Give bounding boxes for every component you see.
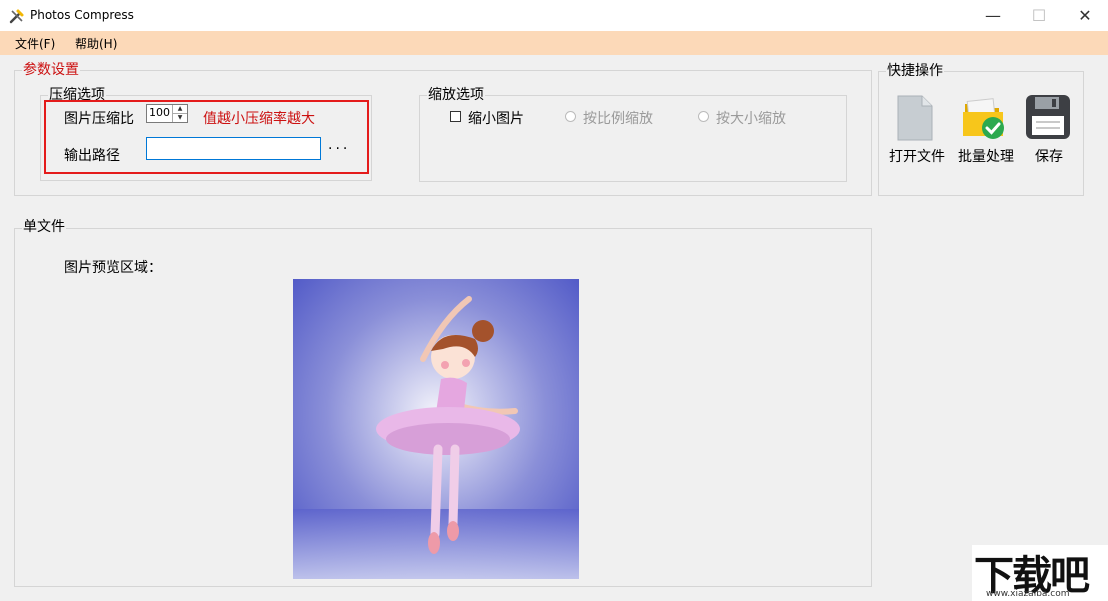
title-bar	[0, 0, 1108, 31]
scale-ratio-label[interactable]: 按比例缩放	[583, 108, 653, 128]
shrink-label[interactable]: 缩小图片	[468, 108, 524, 128]
shrink-checkbox[interactable]	[450, 111, 461, 122]
minimize-button[interactable]: —	[970, 0, 1016, 31]
scale-size-label[interactable]: 按大小缩放	[716, 108, 786, 128]
batch-process-button[interactable]: 批量处理	[955, 90, 1019, 170]
close-button[interactable]: ✕	[1062, 0, 1108, 31]
folder-check-icon	[963, 98, 1004, 139]
floppy-disk-icon	[1026, 95, 1070, 139]
tools-icon	[9, 9, 24, 24]
single-file-group-label: 单文件	[22, 219, 66, 235]
quick-group-label: 快捷操作	[886, 63, 944, 79]
watermark: 下载吧 www.xiazaiba.com	[972, 545, 1108, 601]
scale-size-radio[interactable]	[698, 111, 709, 122]
scale-ratio-radio[interactable]	[565, 111, 576, 122]
params-group-label: 参数设置	[22, 62, 80, 78]
menu-bar	[0, 31, 1108, 55]
watermark-url: www.xiazaiba.com	[986, 589, 1070, 599]
maximize-button[interactable]: ☐	[1016, 0, 1062, 31]
save-label: 保存	[1035, 149, 1063, 165]
menu-file[interactable]: 文件(F)	[15, 35, 55, 52]
scale-group-label: 缩放选项	[427, 87, 485, 103]
open-file-button[interactable]: 打开文件	[886, 90, 948, 170]
highlight-box	[44, 100, 369, 174]
batch-process-label: 批量处理	[958, 149, 1014, 165]
preview-label: 图片预览区域：	[64, 260, 162, 276]
ballerina-preview-image	[293, 279, 579, 579]
save-button[interactable]: 保存	[1024, 90, 1074, 170]
menu-help[interactable]: 帮助(H)	[75, 35, 117, 52]
file-icon	[897, 95, 933, 141]
window-title: Photos Compress	[30, 8, 134, 22]
open-file-label: 打开文件	[889, 149, 945, 165]
